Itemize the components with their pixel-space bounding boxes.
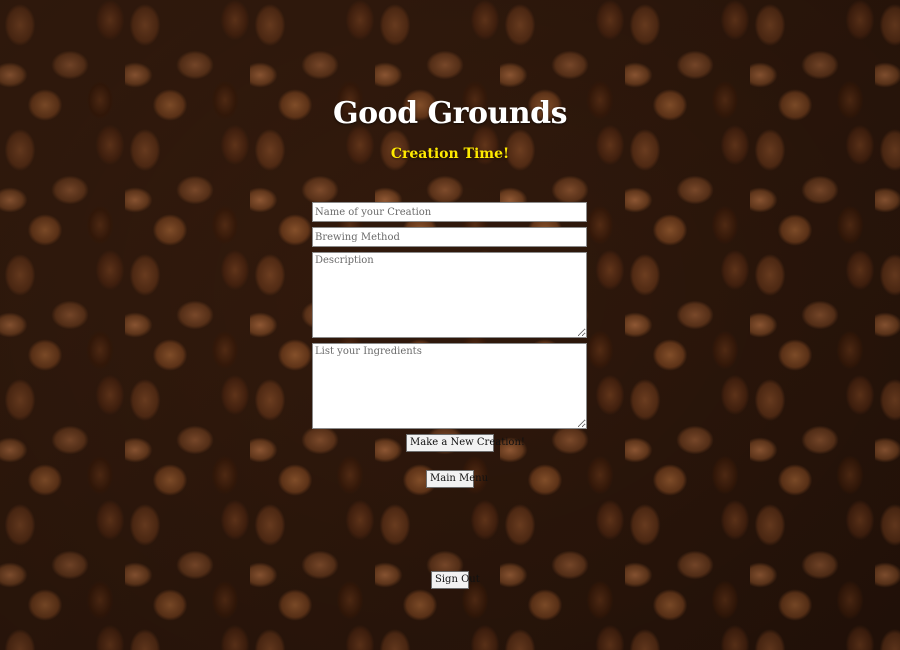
- app-title: Good Grounds: [333, 96, 568, 131]
- make-new-creation-button[interactable]: Make a New Creation!: [406, 434, 525, 452]
- brewing-method-input[interactable]: [312, 227, 587, 247]
- page-subtitle: Creation Time!: [390, 146, 510, 162]
- main-menu-button[interactable]: Main Menu: [426, 470, 488, 488]
- creation-name-input[interactable]: [312, 202, 587, 222]
- sign-out-button[interactable]: Sign Out: [431, 571, 480, 589]
- ingredients-textarea[interactable]: [312, 343, 587, 429]
- description-textarea[interactable]: [312, 252, 587, 338]
